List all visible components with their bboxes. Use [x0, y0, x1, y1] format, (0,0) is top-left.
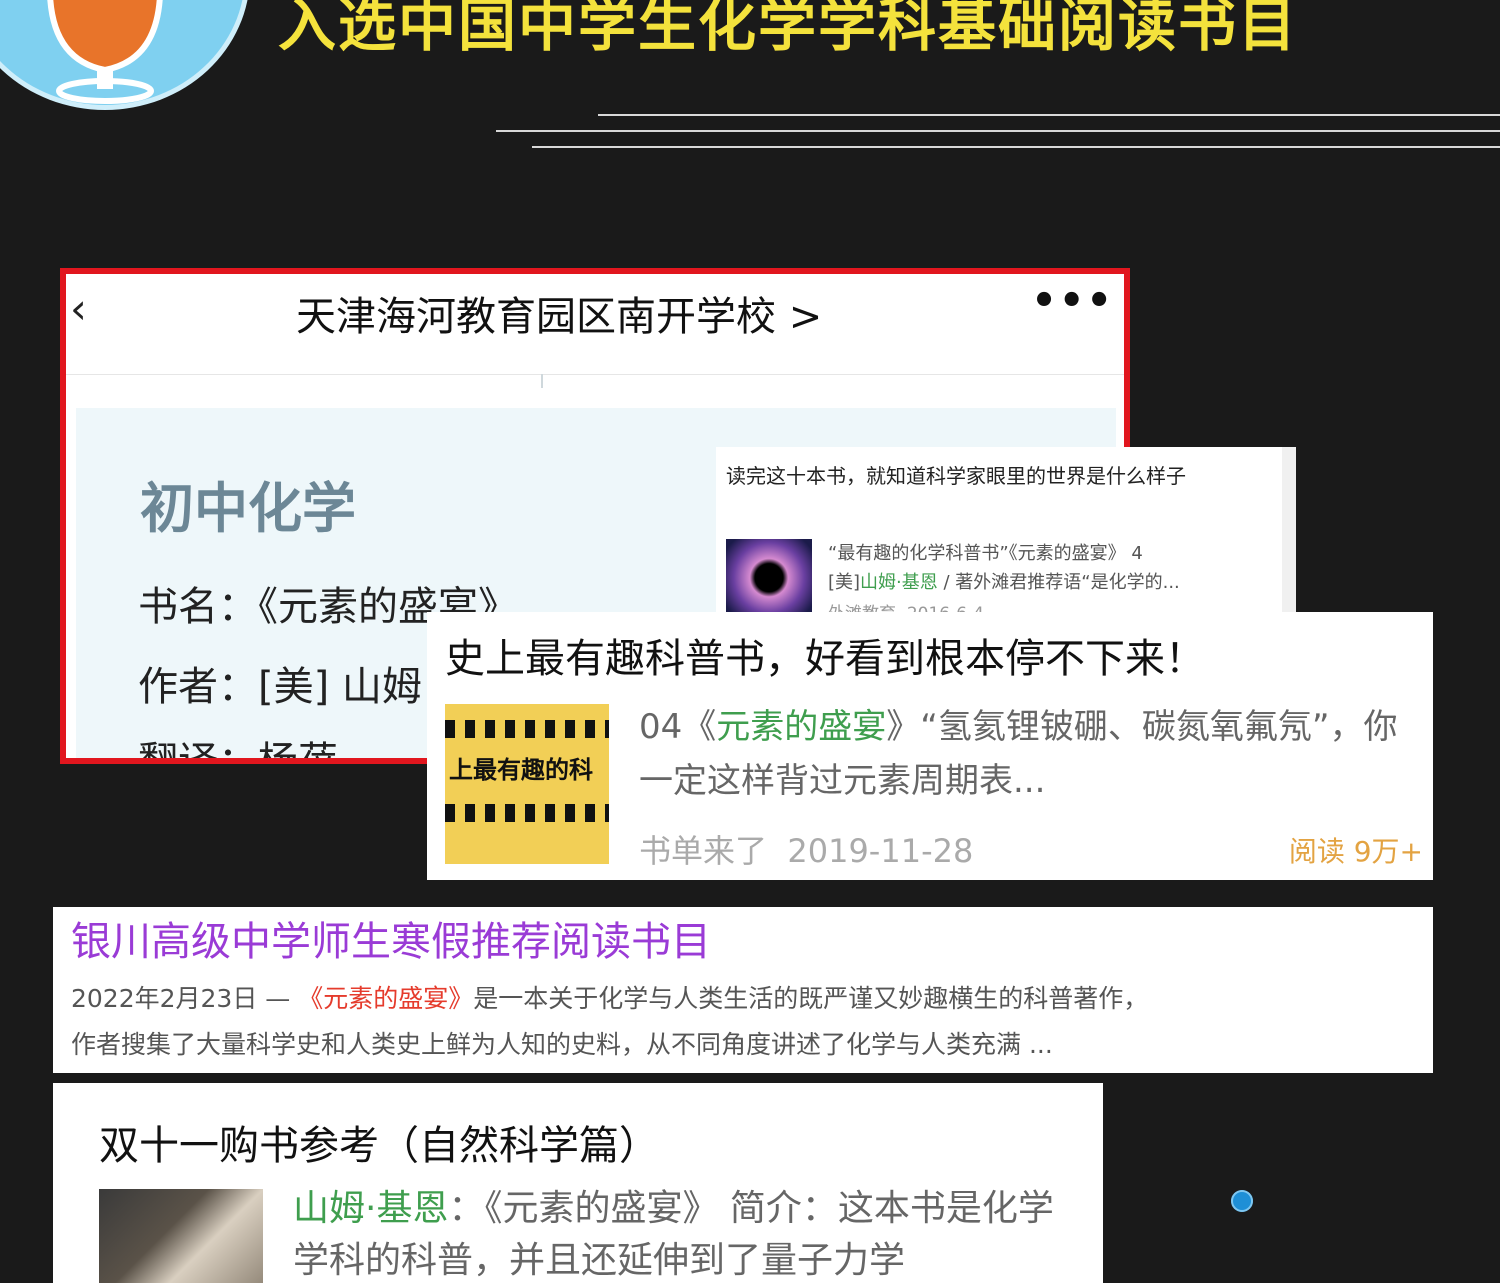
result-date: 2022年2月23日 —	[71, 984, 299, 1013]
result-snippet: 作者搜集了大量科学史和人类史上鲜为人知的史料，从不同角度讲述了化学与人类充满 .…	[71, 1030, 1053, 1059]
desc-prefix: 04《	[639, 707, 717, 747]
book-name: 《元素的盛宴》	[298, 984, 474, 1013]
divider-line	[532, 146, 1500, 148]
book-name: 元素的盛宴	[716, 707, 887, 747]
divider-line	[598, 114, 1500, 116]
trophy-icon	[47, 0, 163, 104]
author-line: 作者：[美] 山姆	[138, 664, 422, 710]
result-title-link[interactable]: 银川高级中学师生寒假推荐阅读书目	[71, 909, 711, 967]
chevron-left-icon[interactable]: ‹	[70, 284, 87, 333]
checker-stripe	[445, 804, 609, 822]
article-description: 04《元素的盛宴》“氢氦锂铍硼、碳氮氧氟氖”，你一定这样背过元素周期表...	[639, 700, 1409, 808]
indicator-dot-icon	[1231, 1190, 1253, 1212]
article-date: 2019-11-28	[787, 832, 974, 870]
result-snippet: 2022年2月23日 — 《元素的盛宴》是一本关于化学与人类生活的既严谨又妙趣横…	[71, 979, 1421, 1015]
search-result-card[interactable]: 银川高级中学师生寒假推荐阅读书目 2022年2月23日 — 《元素的盛宴》是一本…	[53, 907, 1433, 1073]
source-name: 书单来了	[639, 832, 768, 870]
account-name[interactable]: 天津海河教育园区南开学校 >	[296, 284, 822, 342]
featured-article-card[interactable]: 史上最有趣科普书，好看到根本停不下来！ 上最有趣的科 04《元素的盛宴》“氢氦锂…	[427, 612, 1433, 880]
article-line: “最有趣的化学科普书”《元素的盛宴》 4	[828, 543, 1143, 564]
divider-line	[496, 130, 1500, 132]
subject-heading: 初中化学	[140, 477, 356, 540]
article-list-card[interactable]: 读完这十本书，就知道科学家眼里的世界是什么样子 “最有趣的化学科普书”《元素的盛…	[716, 447, 1296, 627]
trophy-badge	[0, 0, 250, 110]
checker-stripe	[445, 720, 609, 738]
page-title: 入选中国中学生化学学科基础阅读书目	[278, 0, 1299, 59]
scroll-indicator	[541, 374, 543, 388]
article-title[interactable]: 双十一购书参考（自然科学篇）	[99, 1113, 659, 1171]
shopping-reference-card[interactable]: 双十一购书参考（自然科学篇） 山姆·基恩：《元素的盛宴》 简介：这本书是化学学科…	[53, 1083, 1103, 1283]
article-title[interactable]: 史上最有趣科普书，好看到根本停不下来！	[445, 626, 1205, 684]
snippet-text: 是一本关于化学与人类生活的既严谨又妙趣横生的科普著作，	[473, 984, 1149, 1013]
read-count: 阅读 9万+	[1288, 835, 1423, 868]
translator-line: 翻译：杨蓓	[138, 739, 338, 764]
article-excerpt: / 著外滩君推荐语“是化学的...	[937, 572, 1180, 593]
divider	[66, 374, 1124, 375]
author-prefix: [美]	[828, 572, 861, 593]
article-heading[interactable]: 读完这十本书，就知道科学家眼里的世界是什么样子	[726, 461, 1246, 491]
author-name: 山姆·基恩	[860, 572, 938, 593]
article-line: [美]山姆·基恩 / 著外滩君推荐语“是化学的...	[828, 568, 1180, 594]
book-cover: 上最有趣的科	[445, 704, 609, 864]
author-name: 山姆·基恩	[293, 1188, 449, 1229]
more-icon[interactable]: •••	[1031, 278, 1114, 324]
cover-text: 上最有趣的科	[449, 756, 593, 784]
reading-photo	[99, 1189, 263, 1283]
article-meta: 书单来了 2019-11-28	[639, 826, 973, 872]
article-description: 山姆·基恩：《元素的盛宴》 简介：这本书是化学学科的科普，并且还延伸到了量子力学	[293, 1183, 1083, 1283]
